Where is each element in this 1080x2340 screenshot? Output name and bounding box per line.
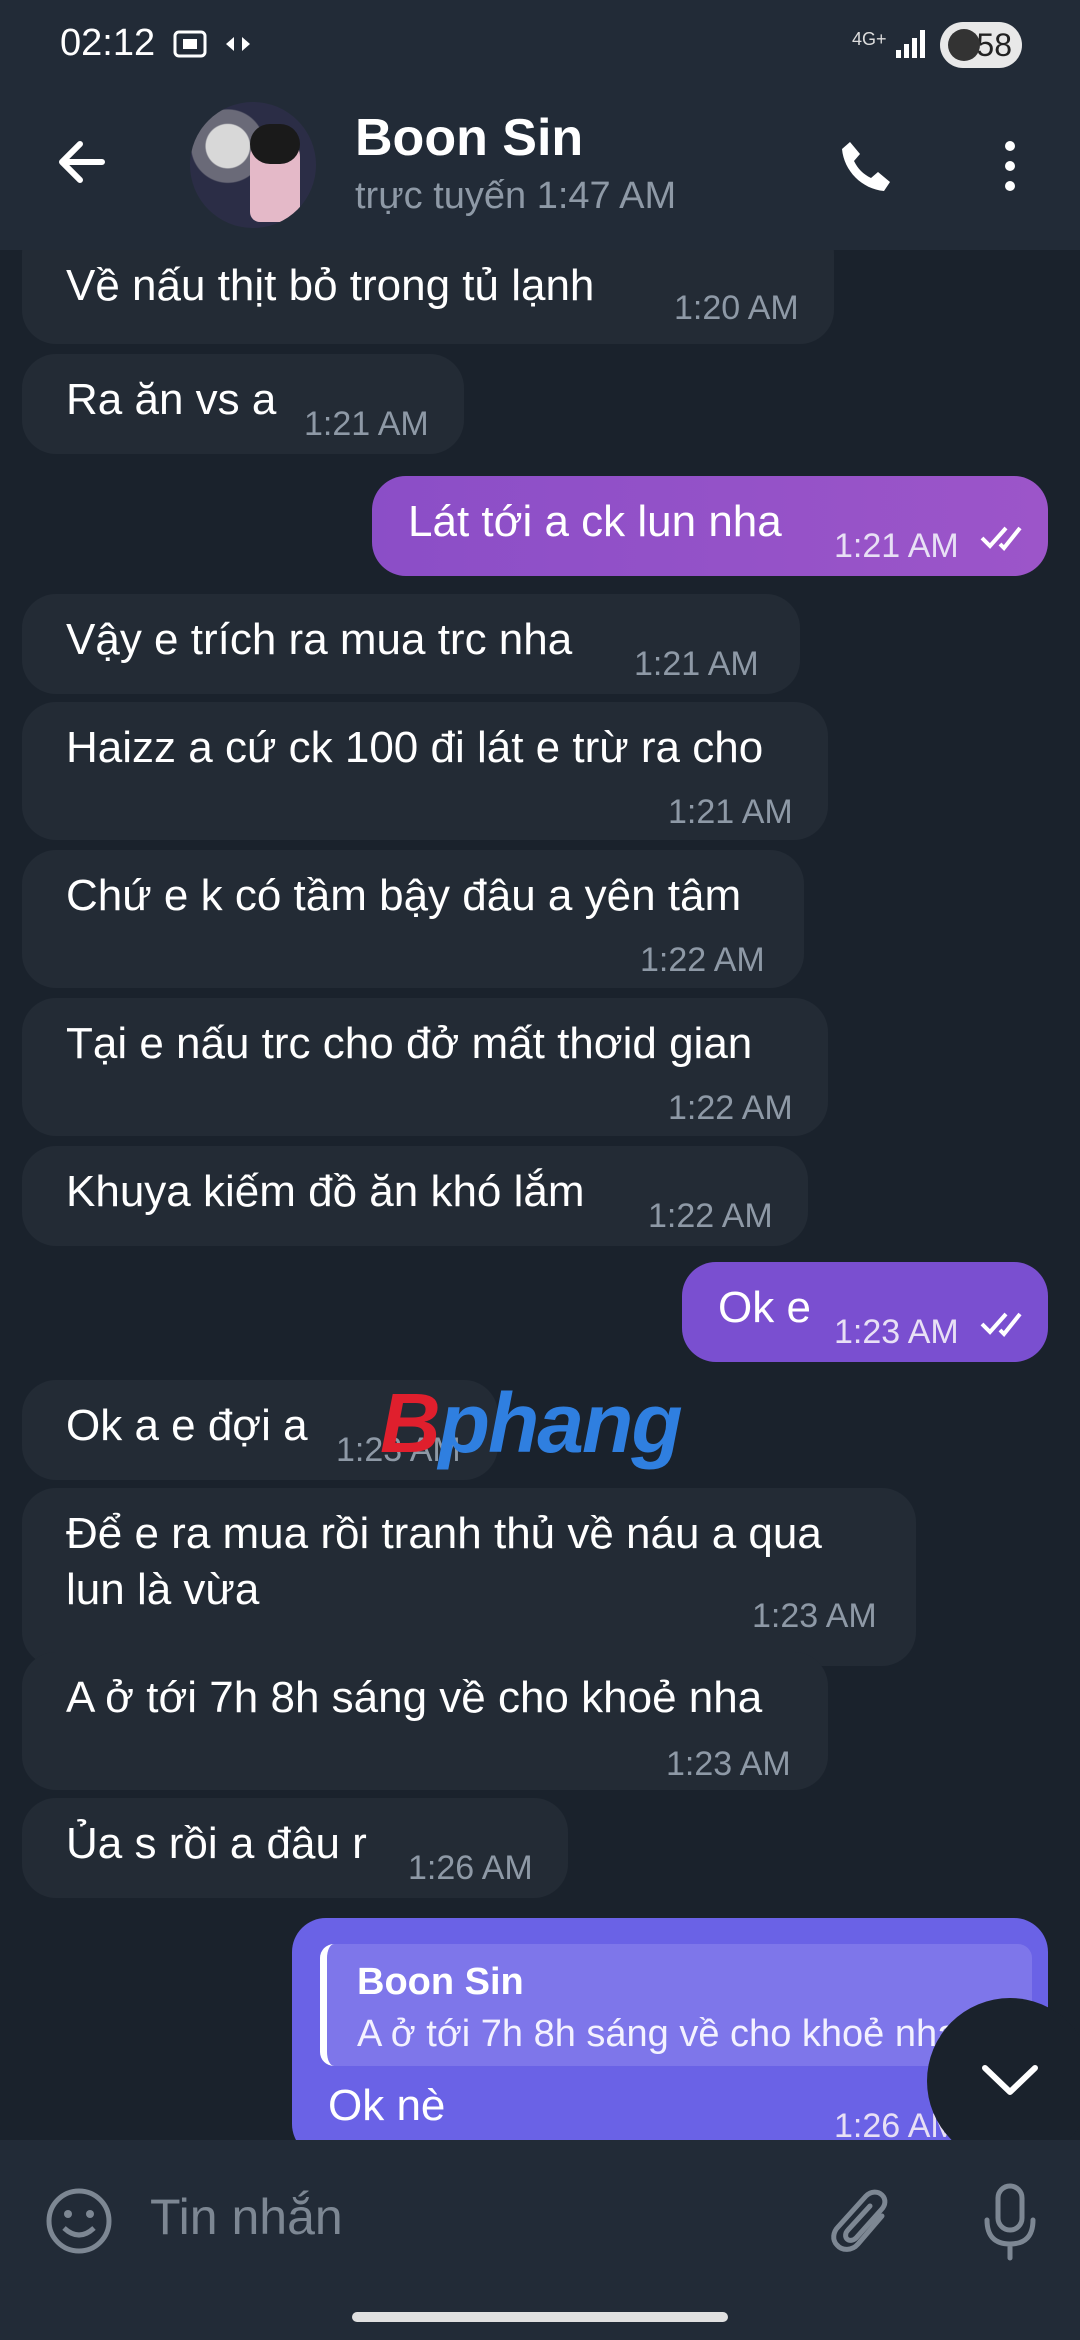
message-text: Vậy e trích ra mua trc nha	[66, 615, 573, 664]
double-check-icon	[980, 1312, 1022, 1337]
emoji-icon[interactable]	[44, 2186, 114, 2256]
message-text: Haizz a cứ ck 100 đi lát e trừ ra cho	[66, 723, 764, 772]
message-time: 1:23 AM	[666, 1745, 791, 1783]
message-incoming[interactable]: Vậy e trích ra mua trc nha 1:21 AM	[22, 594, 800, 694]
message-text: Ủa s rồi a đâu r	[66, 1819, 367, 1868]
status-time: 02:12	[60, 22, 156, 64]
message-text: Chứ e k có tầm bậy đâu a yên tâm	[66, 871, 742, 920]
message-incoming[interactable]: Để e ra mua rồi tranh thủ về náu a qua l…	[22, 1488, 916, 1666]
chat-history[interactable]: Về nấu thịt bỏ trong tủ lạnh 1:20 AM Ra …	[0, 250, 1080, 2140]
message-text: Ok nè	[328, 2081, 446, 2130]
phone-icon[interactable]	[832, 134, 896, 198]
message-composer: Tin nhắn	[0, 2140, 1080, 2288]
avatar[interactable]	[190, 102, 316, 228]
message-incoming[interactable]: Ra ăn vs a 1:21 AM	[22, 354, 464, 454]
message-text: Về nấu thịt bỏ trong tủ lạnh	[66, 261, 595, 310]
message-time: 1:21 AM	[304, 405, 429, 443]
message-time: 1:22 AM	[668, 1089, 793, 1127]
battery-indicator: 58	[940, 22, 1022, 68]
more-vert-icon[interactable]	[990, 134, 1030, 198]
message-time: 1:23 AM	[752, 1597, 877, 1635]
navigation-bar	[0, 2288, 1080, 2340]
message-text: Khuya kiếm đồ ăn khó lắm	[66, 1167, 585, 1216]
message-time: 1:23 AM	[834, 1313, 959, 1351]
message-text: A ở tới 7h 8h sáng về cho khoẻ nha	[66, 1673, 763, 1722]
screenshot-icon	[173, 30, 207, 58]
reply-quote[interactable]: Boon Sin A ở tới 7h 8h sáng về cho khoẻ …	[320, 1944, 1032, 2066]
back-arrow-icon[interactable]	[50, 130, 114, 194]
message-text: Ok a e đợi a	[66, 1401, 308, 1450]
message-outgoing[interactable]: Lát tới a ck lun nha 1:21 AM	[372, 476, 1048, 576]
message-time: 1:21 AM	[668, 793, 793, 831]
message-text: Ok e	[718, 1283, 811, 1332]
battery-level: 58	[976, 27, 1012, 63]
attach-icon[interactable]	[830, 2186, 900, 2262]
home-indicator[interactable]	[352, 2312, 728, 2322]
message-incoming[interactable]: Khuya kiếm đồ ăn khó lắm 1:22 AM	[22, 1146, 808, 1246]
chevron-down-icon	[982, 2065, 1038, 2095]
message-outgoing[interactable]: Ok e 1:23 AM	[682, 1262, 1048, 1362]
app-header: 02:12 4G+ 58 Boon Sin trực tuyến 1:47 AM	[0, 0, 1080, 250]
avatar-hair	[250, 124, 300, 164]
message-incoming[interactable]: Tại e nấu trc cho đở mất thơid gian 1:22…	[22, 998, 828, 1136]
message-text: Để e ra mua rồi tranh thủ về náu a qua	[66, 1509, 822, 1558]
reply-sender: Boon Sin	[357, 1961, 524, 2003]
message-text: Lát tới a ck lun nha	[408, 497, 782, 546]
message-incoming[interactable]: Haizz a cứ ck 100 đi lát e trừ ra cho 1:…	[22, 702, 828, 840]
mic-icon[interactable]	[975, 2180, 1045, 2264]
message-time: 1:21 AM	[634, 645, 759, 683]
message-text: Ra ăn vs a	[66, 375, 277, 424]
message-text: Tại e nấu trc cho đở mất thơid gian	[66, 1019, 753, 1068]
message-time: 1:26 AM	[408, 1849, 533, 1887]
message-incoming[interactable]: A ở tới 7h 8h sáng về cho khoẻ nha 1:23 …	[22, 1652, 828, 1790]
signal-icon	[896, 30, 925, 58]
data-saver-icon	[226, 37, 250, 51]
message-time: 1:20 AM	[674, 289, 799, 327]
message-time: 1:22 AM	[648, 1197, 773, 1235]
double-check-icon	[980, 526, 1022, 551]
status-bar: 02:12 4G+ 58	[0, 0, 1080, 90]
message-time: 1:21 AM	[834, 527, 959, 565]
message-incoming[interactable]: Ủa s rồi a đâu r 1:26 AM	[22, 1798, 568, 1898]
contact-status: trực tuyến 1:47 AM	[355, 175, 677, 217]
message-input[interactable]: Tin nhắn	[150, 2188, 343, 2246]
network-indicator: 4G+	[852, 29, 887, 49]
contact-name[interactable]: Boon Sin	[355, 108, 583, 168]
message-text-line2: lun là vừa	[66, 1565, 260, 1614]
watermark-logo: Bphang	[380, 1376, 683, 1470]
message-time: 1:22 AM	[640, 941, 765, 979]
reply-text: A ở tới 7h 8h sáng về cho khoẻ nha	[357, 2013, 959, 2055]
message-incoming[interactable]: Về nấu thịt bỏ trong tủ lạnh 1:20 AM	[22, 250, 834, 344]
message-incoming[interactable]: Chứ e k có tầm bậy đâu a yên tâm 1:22 AM	[22, 850, 804, 988]
battery-saver-icon	[948, 29, 980, 61]
